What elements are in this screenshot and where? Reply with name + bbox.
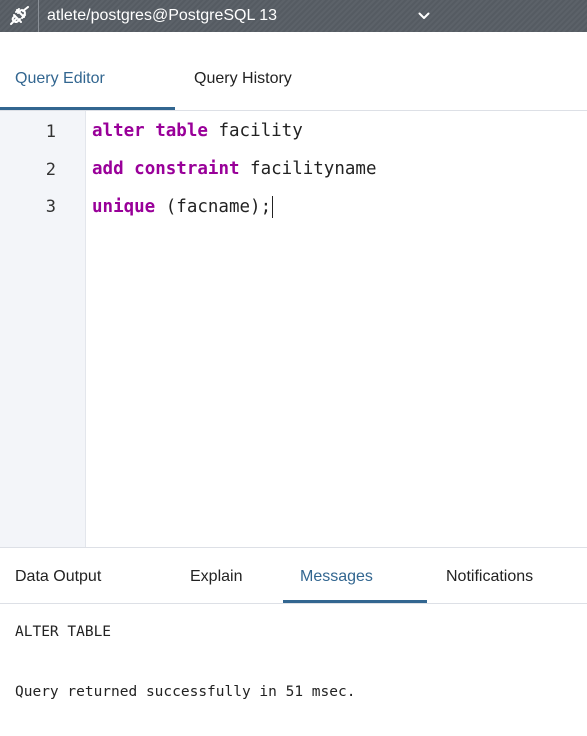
results-tab-bar: Data Output Explain Messages Notificatio…	[0, 547, 587, 604]
line-number: 3	[45, 197, 56, 217]
sql-keyword: alter	[92, 121, 145, 141]
message-status: ALTER TABLE	[15, 624, 112, 640]
code-text: (facname);	[155, 197, 272, 217]
tab-explain[interactable]: Explain	[190, 568, 242, 586]
tab-notifications[interactable]: Notifications	[446, 568, 533, 586]
messages-panel: ALTER TABLE Query returned successfully …	[0, 604, 587, 736]
sql-keyword: constraint	[134, 159, 240, 179]
text-cursor	[272, 196, 274, 218]
line-number: 2	[45, 160, 56, 180]
connection-label[interactable]: atlete/postgres@PostgreSQL 13	[47, 0, 277, 32]
code-text: facility	[207, 121, 303, 141]
tab-messages[interactable]: Messages	[300, 568, 373, 586]
sql-keyword: add	[92, 159, 124, 179]
tab-data-output[interactable]: Data Output	[15, 568, 101, 586]
connection-bar: atlete/postgres@PostgreSQL 13	[0, 0, 587, 32]
code-line[interactable]: alter table facility	[92, 121, 303, 141]
sql-keyword: table	[155, 121, 208, 141]
editor-tab-bar: Query Editor Query History	[0, 32, 587, 110]
message-result: Query returned successfully in 51 msec.	[15, 684, 356, 700]
code-line[interactable]: add constraint facilityname	[92, 159, 376, 179]
disconnected-plug-icon[interactable]	[0, 0, 39, 32]
code-line[interactable]: unique (facname);	[92, 196, 274, 218]
code-text: facilityname	[239, 159, 377, 179]
tab-query-history[interactable]: Query History	[194, 70, 292, 88]
chevron-down-icon[interactable]	[418, 10, 430, 22]
tab-query-editor[interactable]: Query Editor	[15, 70, 105, 88]
line-number: 1	[45, 122, 56, 142]
sql-keyword: unique	[92, 197, 156, 217]
